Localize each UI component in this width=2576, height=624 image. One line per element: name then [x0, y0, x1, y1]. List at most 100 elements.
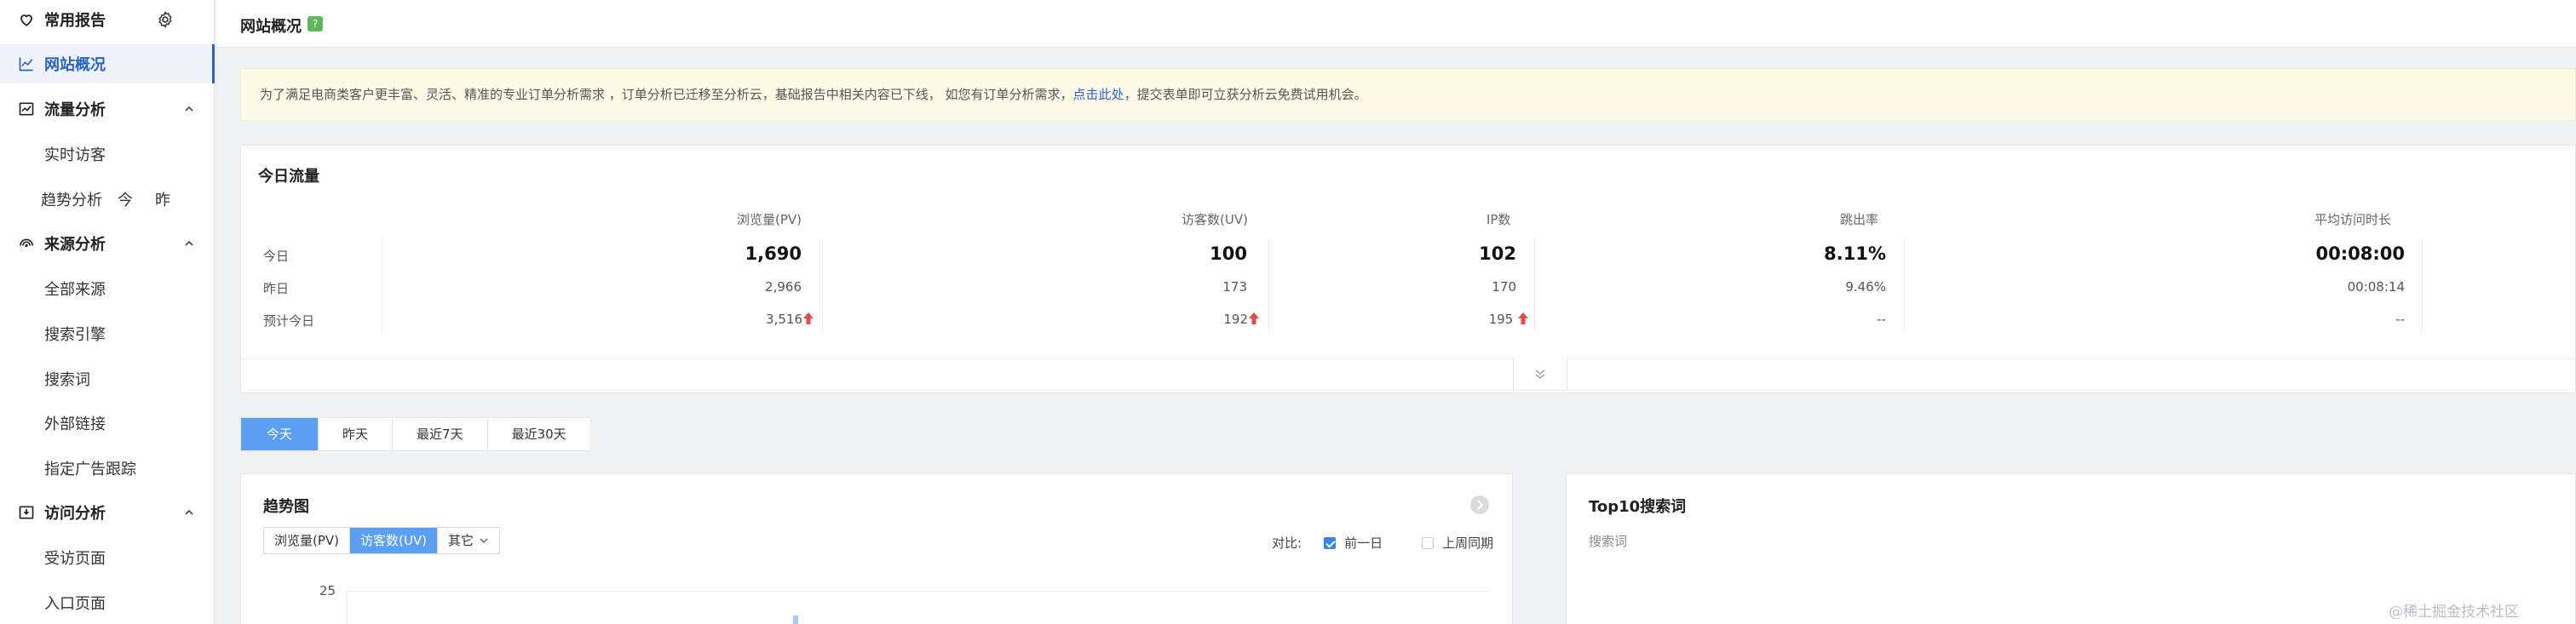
sidebar-item-overview[interactable]: 网站概况 — [0, 44, 215, 83]
trend-yesterday-link[interactable]: 昨 — [155, 188, 170, 210]
sidebar-item-entry-pages[interactable]: 入口页面 — [0, 583, 215, 622]
metric-select-label: 其它 — [447, 533, 474, 548]
metric-tab-uv[interactable]: 访客数(UV) — [350, 528, 438, 553]
trend-today-link[interactable]: 今 — [118, 188, 133, 210]
gear-icon[interactable] — [156, 10, 175, 29]
sidebar-item-label: 入口页面 — [44, 595, 106, 613]
sidebar-item-external-links[interactable]: 外部链接 — [0, 404, 215, 443]
compare-prev-day-label: 前一日 — [1344, 535, 1383, 551]
chart-gridline — [347, 591, 1490, 592]
y-tick-label: 25 — [319, 583, 336, 598]
line-chart-icon — [17, 54, 36, 73]
tab-yesterday[interactable]: 昨天 — [319, 418, 394, 450]
period-tabs: 今天 昨天 最近7天 最近30天 — [240, 417, 591, 451]
sidebar-item-realtime[interactable]: 实时访客 — [0, 135, 215, 174]
sidebar-item-label: 外部链接 — [44, 415, 106, 433]
chevron-down-icon — [480, 538, 488, 544]
signal-icon — [17, 234, 36, 253]
double-chevron-down-icon — [1535, 369, 1545, 379]
sidebar-group-favorites[interactable]: 常用报告 — [0, 0, 215, 39]
column-divider — [2422, 238, 2423, 333]
yesterday-duration: 00:08:14 — [2347, 279, 2405, 295]
card-title: 趋势图 — [263, 498, 309, 516]
sidebar-item-label: 全部来源 — [44, 281, 106, 299]
sidebar-item-search-terms[interactable]: 搜索词 — [0, 359, 215, 398]
sidebar-item-label: 受访页面 — [44, 550, 106, 568]
expand-button[interactable] — [1513, 358, 1567, 391]
sidebar-item-trend[interactable]: 趋势分析 今 昨 — [0, 180, 215, 219]
tab-last-30-days[interactable]: 最近30天 — [488, 418, 590, 450]
sidebar-group-label: 来源分析 — [44, 236, 106, 254]
metric-tabs: 浏览量(PV) 访客数(UV) 其它 — [263, 527, 500, 554]
column-header-duration: 平均访问时长 — [2314, 212, 2392, 227]
notice-text-end: ，提交表单即可立获分析云免费试用机会。 — [1124, 87, 1367, 102]
today-duration: 00:08:00 — [2315, 243, 2405, 264]
sidebar-group-visit[interactable]: 访问分析 — [0, 493, 215, 532]
column-divider — [1268, 238, 1269, 333]
chart-y-axis — [347, 591, 348, 624]
yesterday-ip: 170 — [1492, 279, 1516, 295]
yesterday-pv: 2,966 — [765, 279, 802, 295]
compare-options: 对比: 前一日 上周同期 — [1272, 534, 1493, 552]
chevron-up-icon[interactable] — [182, 237, 196, 250]
row-label-forecast: 预计今日 — [263, 313, 315, 329]
arrow-right-circle-icon[interactable] — [1469, 495, 1490, 515]
forecast-uv-value: 192 — [1223, 312, 1248, 327]
sidebar-item-label: 实时访客 — [44, 146, 106, 164]
sidebar-group-source[interactable]: 来源分析 — [0, 224, 215, 263]
sidebar-item-label: 趋势分析 — [41, 192, 102, 209]
tab-last-7-days[interactable]: 最近7天 — [393, 418, 488, 450]
chart-bar — [793, 615, 798, 624]
up-arrow-icon — [803, 312, 814, 324]
card-divider — [241, 358, 2575, 359]
sidebar-item-visited-pages[interactable]: 受访页面 — [0, 538, 215, 577]
notice-text: 为了满足电商类客户更丰富、灵活、精准的专业订单分析需求 ，订单分析已迁移至分析云… — [260, 87, 1073, 102]
column-header-search-term: 搜索词 — [1589, 534, 1628, 549]
compare-last-week-checkbox[interactable] — [1422, 536, 1435, 549]
forecast-pv: 3,516 — [626, 312, 814, 327]
row-label-yesterday: 昨日 — [263, 281, 290, 296]
metric-tab-pv[interactable]: 浏览量(PV) — [264, 528, 351, 553]
today-bounce: 8.11% — [1824, 243, 1886, 264]
yesterday-bounce: 9.46% — [1845, 279, 1886, 295]
metric-select-other[interactable]: 其它 — [438, 528, 499, 553]
sidebar-group-traffic[interactable]: 流量分析 — [0, 89, 215, 129]
row-label-today: 今日 — [263, 249, 290, 264]
chevron-up-icon[interactable] — [182, 102, 196, 116]
help-icon[interactable]: ? — [308, 16, 323, 31]
forecast-bounce: -- — [1877, 312, 1886, 327]
page-title: 网站概况 — [240, 18, 302, 36]
today-traffic-card: 今日流量 浏览量(PV) 访客数(UV) IP数 跳出率 平均访问时长 今日 1… — [240, 145, 2576, 393]
trend-card: 趋势图 浏览量(PV) 访客数(UV) 其它 对比: 前一日 上周同期 25 — [240, 473, 1513, 624]
notice-banner: 为了满足电商类客户更丰富、灵活、精准的专业订单分析需求 ，订单分析已迁移至分析云… — [240, 68, 2576, 121]
sidebar-item-label: 搜索引擎 — [44, 326, 106, 344]
sidebar-item-label: 网站概况 — [44, 56, 106, 74]
sidebar-item-label: 搜索词 — [44, 371, 90, 389]
heart-icon — [17, 10, 36, 29]
tab-today[interactable]: 今天 — [241, 418, 319, 450]
up-arrow-icon — [1249, 312, 1259, 324]
chevron-up-icon[interactable] — [182, 506, 196, 519]
compare-label: 对比: — [1272, 535, 1302, 551]
sidebar: 常用报告 网站概况 流量分析 实时访客 趋势分析 今 昨 来源分析 全部来源 搜… — [0, 0, 215, 624]
column-divider — [1904, 238, 1905, 333]
notice-link[interactable]: 点击此处 — [1073, 87, 1124, 102]
card-title: Top10搜索词 — [1589, 498, 1687, 516]
forecast-ip-value: 195 — [1488, 312, 1514, 327]
today-pv: 1,690 — [745, 243, 802, 264]
forecast-duration: -- — [2395, 312, 2405, 327]
sidebar-item-ad-tracking[interactable]: 指定广告跟踪 — [0, 449, 215, 488]
sidebar-group-label: 流量分析 — [44, 101, 106, 119]
sidebar-item-all-sources[interactable]: 全部来源 — [0, 269, 215, 308]
column-header-ip: IP数 — [1486, 212, 1511, 227]
card-title: 今日流量 — [258, 168, 319, 186]
today-ip: 102 — [1479, 243, 1516, 264]
forecast-pv-value: 3,516 — [766, 312, 802, 327]
forecast-ip: 195 — [1341, 312, 1528, 327]
page-header: 网站概况 ? — [216, 0, 2576, 48]
compare-prev-day-checkbox[interactable] — [1324, 536, 1337, 549]
today-uv: 100 — [1210, 243, 1247, 264]
column-header-pv: 浏览量(PV) — [737, 212, 802, 227]
column-header-uv: 访客数(UV) — [1182, 212, 1248, 227]
sidebar-item-search-engines[interactable]: 搜索引擎 — [0, 314, 215, 353]
